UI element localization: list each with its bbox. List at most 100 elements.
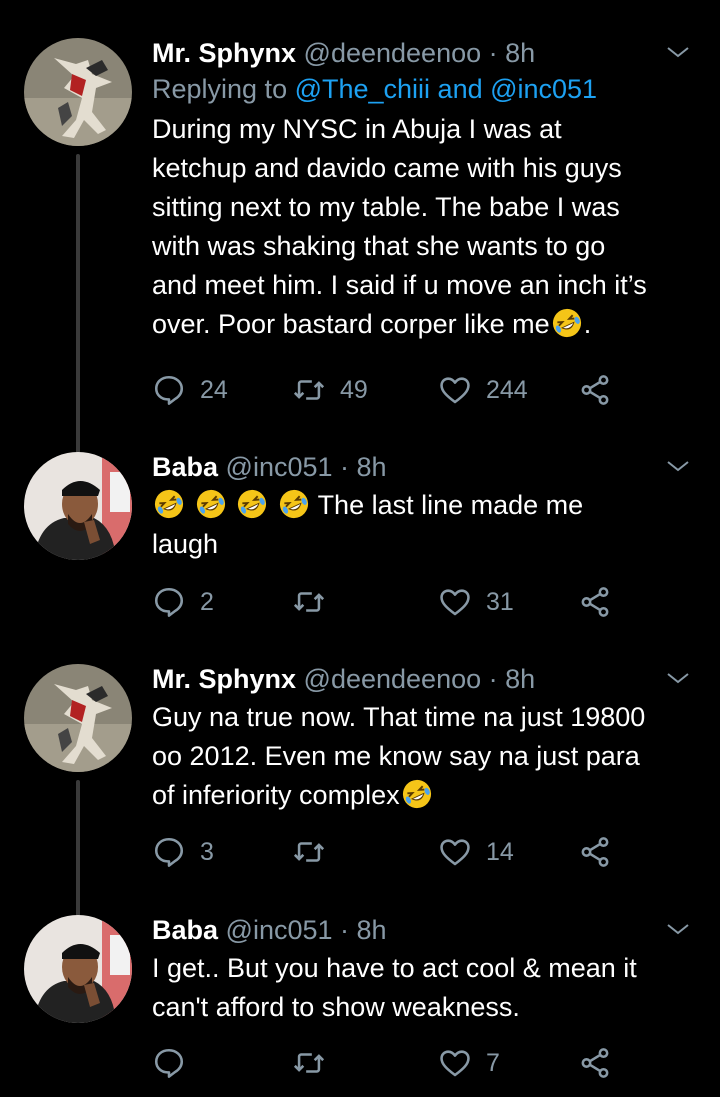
- avatar-image-jester: [24, 38, 132, 146]
- tweet-text: Guy na true now. That time na just 19800…: [152, 698, 700, 815]
- reply-icon: [152, 373, 186, 407]
- reply-count: 3: [200, 837, 214, 866]
- replying-to: Replying to @The_chiii and @inc051: [152, 70, 700, 108]
- replying-to-label: Replying to: [152, 74, 295, 104]
- text-line: and meet him. I said if u move an inch i…: [152, 270, 647, 300]
- tweet-content: Mr. Sphynx @deendeenoo · 8h Replying to …: [152, 36, 700, 344]
- avatar-image-jester: [24, 664, 132, 772]
- like-button[interactable]: 244: [438, 370, 528, 410]
- share-button[interactable]: [578, 370, 612, 410]
- text-line: The last line made me: [152, 486, 700, 525]
- replying-to-users[interactable]: @The_chiii and @inc051: [295, 74, 597, 104]
- heart-icon: [438, 1046, 472, 1080]
- display-name[interactable]: Mr. Sphynx: [152, 664, 296, 694]
- like-count: 31: [486, 587, 514, 616]
- chevron-down-icon[interactable]: [664, 42, 692, 62]
- thread-line: [76, 154, 80, 454]
- retweet-button[interactable]: [292, 832, 340, 872]
- like-count: 14: [486, 837, 514, 866]
- retweet-icon: [292, 373, 326, 407]
- user-handle[interactable]: @inc051: [226, 452, 333, 482]
- retweet-button[interactable]: [292, 582, 340, 622]
- share-button[interactable]: [578, 1043, 612, 1083]
- like-button[interactable]: 14: [438, 832, 514, 872]
- heart-icon: [438, 585, 472, 619]
- rolling-laughing-emoji-icon: [196, 489, 226, 519]
- rolling-laughing-emoji-icon: [237, 489, 267, 519]
- timestamp[interactable]: · 8h: [489, 38, 536, 68]
- text-line: Guy na true now. That time na just 19800: [152, 702, 646, 732]
- avatar[interactable]: [24, 915, 132, 1023]
- chevron-down-icon[interactable]: [664, 919, 692, 939]
- tweet-content: Baba @inc051 · 8h The last line made me …: [152, 450, 700, 564]
- share-icon: [578, 585, 612, 619]
- action-bar: 2 31: [152, 582, 672, 622]
- user-handle[interactable]: @deendeenoo: [304, 38, 482, 68]
- avatar[interactable]: [24, 452, 132, 560]
- tweet-text: The last line made me laugh: [152, 486, 700, 564]
- timestamp[interactable]: · 8h: [340, 452, 387, 482]
- like-button[interactable]: 31: [438, 582, 514, 622]
- text-line: with was shaking that she wants to go: [152, 231, 606, 261]
- tweet-content: Mr. Sphynx @deendeenoo · 8h Guy na true …: [152, 662, 700, 815]
- heart-icon: [438, 373, 472, 407]
- avatar[interactable]: [24, 38, 132, 146]
- text-line: oo 2012. Even me know say na just para: [152, 741, 640, 771]
- rolling-laughing-emoji-icon: [402, 779, 432, 809]
- avatar[interactable]: [24, 664, 132, 772]
- display-name[interactable]: Baba: [152, 452, 218, 482]
- rolling-laughing-emoji-icon: [154, 489, 184, 519]
- tweet-header: Mr. Sphynx @deendeenoo · 8h: [152, 36, 700, 70]
- tweet-header: Baba @inc051 · 8h: [152, 913, 700, 947]
- reply-count: 2: [200, 587, 214, 616]
- action-bar: 24 49 244: [152, 370, 672, 410]
- like-count: 7: [486, 1048, 500, 1077]
- text-line: of inferiority complex: [152, 780, 400, 810]
- share-icon: [578, 373, 612, 407]
- tweet-text: I get.. But you have to act cool & mean …: [152, 949, 700, 1027]
- user-handle[interactable]: @deendeenoo: [304, 664, 482, 694]
- like-button[interactable]: 7: [438, 1043, 500, 1083]
- text-line: During my NYSC in Abuja I was at: [152, 114, 562, 144]
- avatar-image-person: [24, 915, 132, 1023]
- rolling-laughing-emoji-icon: [279, 489, 309, 519]
- text-line: can't afford to show weakness.: [152, 992, 520, 1022]
- chevron-down-icon[interactable]: [664, 456, 692, 476]
- reply-icon: [152, 835, 186, 869]
- text-line: I get.. But you have to act cool & mean …: [152, 953, 637, 983]
- text-line-last: of inferiority complex: [152, 776, 700, 815]
- action-bar: 3 14: [152, 832, 672, 872]
- reply-button[interactable]: 3: [152, 832, 214, 872]
- tweet-header: Baba @inc051 · 8h: [152, 450, 700, 484]
- retweet-button[interactable]: 49: [292, 370, 368, 410]
- reply-icon: [152, 1046, 186, 1080]
- text-line: over. Poor bastard corper like me: [152, 309, 550, 339]
- display-name[interactable]: Baba: [152, 915, 218, 945]
- share-button[interactable]: [578, 832, 612, 872]
- avatar-image-person: [24, 452, 132, 560]
- tweet-text: During my NYSC in Abuja I was at ketchup…: [152, 110, 700, 344]
- user-handle[interactable]: @inc051: [226, 915, 333, 945]
- like-count: 244: [486, 375, 528, 404]
- text-after-emojis: The last line made me: [317, 490, 584, 520]
- reply-button[interactable]: 2: [152, 582, 214, 622]
- retweet-icon: [292, 835, 326, 869]
- reply-button[interactable]: 24: [152, 370, 228, 410]
- retweet-icon: [292, 585, 326, 619]
- retweet-count: 49: [340, 375, 368, 404]
- reply-button[interactable]: [152, 1043, 200, 1083]
- timestamp[interactable]: · 8h: [340, 915, 387, 945]
- tweet-content: Baba @inc051 · 8h I get.. But you have t…: [152, 913, 700, 1027]
- text-line-last: over. Poor bastard corper like me.: [152, 305, 700, 344]
- action-bar: 7: [152, 1043, 672, 1083]
- display-name[interactable]: Mr. Sphynx: [152, 38, 296, 68]
- timestamp[interactable]: · 8h: [489, 664, 536, 694]
- reply-icon: [152, 585, 186, 619]
- tweet-header: Mr. Sphynx @deendeenoo · 8h: [152, 662, 700, 696]
- share-button[interactable]: [578, 582, 612, 622]
- rolling-laughing-emoji-icon: [552, 308, 582, 338]
- retweet-button[interactable]: [292, 1043, 340, 1083]
- share-icon: [578, 1046, 612, 1080]
- text-line: sitting next to my table. The babe I was: [152, 192, 620, 222]
- chevron-down-icon[interactable]: [664, 668, 692, 688]
